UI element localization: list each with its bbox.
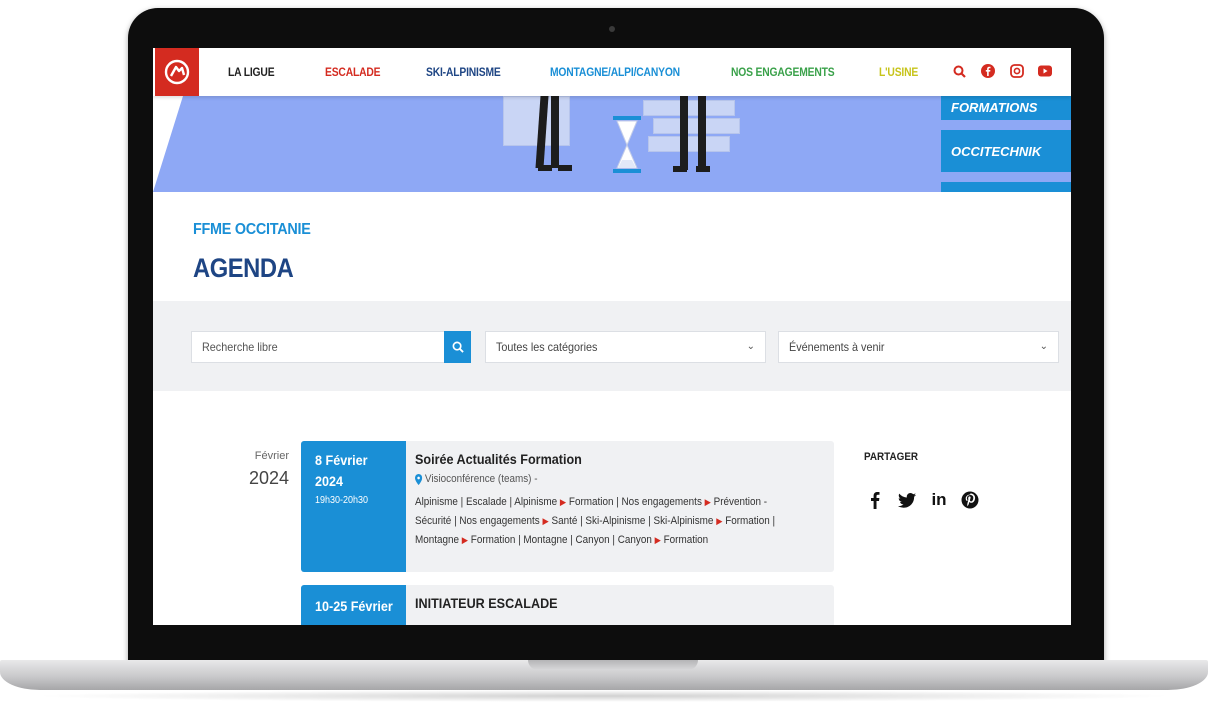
- filter-bar: Recherche libre Toutes les catégories ⌄ …: [153, 301, 1071, 391]
- event-body: INITIATEUR ESCALADE: [415, 595, 824, 611]
- illustration-figure: [696, 166, 710, 172]
- illustration-figure: [538, 165, 552, 171]
- youtube-icon[interactable]: [1037, 62, 1053, 80]
- banner-corner: [153, 96, 183, 192]
- browser-screen: FORMATIONS OCCITECHNIK LA LIGUE ESCALADE…: [153, 48, 1071, 625]
- caret-right-icon: ▶: [704, 497, 711, 507]
- month-label: Février: [254, 450, 289, 462]
- facebook-icon[interactable]: [864, 489, 886, 511]
- nav-lusine[interactable]: L'USINE: [879, 65, 918, 79]
- hourglass-icon: [613, 116, 641, 173]
- event-location: Visioconférence (teams) -: [415, 473, 783, 485]
- illustration-panel: [653, 118, 740, 134]
- event-categories: Alpinisme | Escalade | Alpinisme ▶ Forma…: [415, 496, 776, 546]
- logo-icon: [164, 59, 190, 85]
- caret-right-icon: ▶: [559, 497, 567, 507]
- pinterest-icon[interactable]: [959, 489, 981, 511]
- map-pin-icon: [415, 473, 423, 485]
- caret-right-icon: ▶: [542, 516, 549, 526]
- event-title[interactable]: INITIATEUR ESCALADE: [415, 595, 783, 611]
- illustration-panel: [648, 136, 730, 152]
- caret-right-icon: ▶: [461, 535, 469, 545]
- period-select[interactable]: Événements à venir ⌄: [778, 331, 1059, 363]
- chevron-down-icon: ⌄: [1039, 341, 1048, 352]
- hero-banner: FORMATIONS OCCITECHNIK: [153, 96, 1071, 192]
- caret-right-icon: ▶: [654, 535, 661, 545]
- side-button-partial[interactable]: [941, 182, 1071, 192]
- instagram-icon[interactable]: [1009, 62, 1025, 80]
- twitter-icon[interactable]: [896, 489, 918, 511]
- laptop-notch: [528, 660, 698, 670]
- illustration-figure: [673, 166, 687, 172]
- search-input[interactable]: Recherche libre: [191, 331, 445, 363]
- formations-button[interactable]: FORMATIONS: [941, 96, 1071, 120]
- nav-la-ligue[interactable]: LA LIGUE: [228, 65, 275, 79]
- event-day: 10-25 Février: [315, 598, 393, 614]
- event-title[interactable]: Soirée Actualités Formation: [415, 451, 783, 467]
- event-day: 8 Février: [315, 452, 368, 468]
- search-icon[interactable]: [951, 62, 967, 80]
- nav-nos-engagements[interactable]: NOS ENGAGEMENTS: [731, 65, 835, 79]
- ffme-logo[interactable]: [155, 48, 199, 96]
- chevron-down-icon: ⌄: [746, 341, 755, 352]
- main-nav: LA LIGUE ESCALADE SKI-ALPINISME MONTAGNE…: [153, 48, 1071, 96]
- camera-icon: [609, 26, 615, 32]
- facebook-icon[interactable]: [980, 62, 996, 80]
- illustration-figure: [551, 96, 559, 168]
- caret-right-icon: ▶: [716, 516, 723, 526]
- event-date-block: 8 Février 2024 19h30-20h30: [301, 441, 406, 572]
- event-body: Soirée Actualités Formation Visioconfére…: [415, 451, 824, 550]
- event-time: 19h30-20h30: [315, 495, 369, 506]
- event-date-block: 10-25 Février: [301, 585, 406, 625]
- illustration-figure: [698, 96, 706, 170]
- nav-montagne-alpi-canyon[interactable]: MONTAGNE/ALPI/CANYON: [550, 65, 680, 79]
- event-year: 2024: [315, 473, 344, 489]
- linkedin-icon[interactable]: in: [928, 489, 950, 511]
- nav-escalade[interactable]: ESCALADE: [325, 65, 381, 79]
- illustration-panel: [643, 100, 735, 116]
- event-card[interactable]: 10-25 Février INITIATEUR ESCALADE: [301, 585, 834, 625]
- illustration-figure: [680, 96, 688, 170]
- year-label: 2024: [248, 468, 289, 488]
- event-card[interactable]: 8 Février 2024 19h30-20h30 Soirée Actual…: [301, 441, 834, 572]
- search-icon: [452, 341, 464, 353]
- laptop-shadow: [30, 690, 1178, 702]
- org-title: FFME OCCITANIE: [193, 221, 311, 238]
- occitechnik-button[interactable]: OCCITECHNIK: [941, 130, 1071, 172]
- nav-ski-alpinisme[interactable]: SKI-ALPINISME: [426, 65, 501, 79]
- category-select[interactable]: Toutes les catégories ⌄: [485, 331, 766, 363]
- share-title: PARTAGER: [864, 451, 919, 463]
- illustration-figure: [558, 165, 572, 171]
- page-title: AGENDA: [193, 253, 294, 283]
- search-button[interactable]: [444, 331, 471, 363]
